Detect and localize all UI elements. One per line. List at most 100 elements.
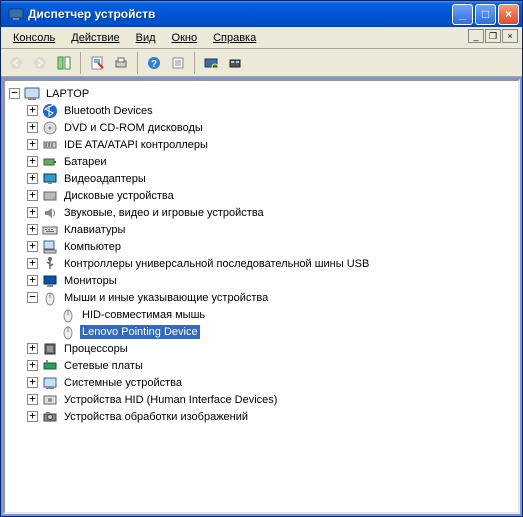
cpu-icon xyxy=(42,341,58,357)
show-hide-tree-button[interactable] xyxy=(53,52,75,74)
tree-category-label[interactable]: Контроллеры универсальной последовательн… xyxy=(62,257,371,271)
bluetooth-icon xyxy=(42,103,58,119)
tree-category-label[interactable]: Устройства HID (Human Interface Devices) xyxy=(62,393,279,407)
tree-category-label[interactable]: Дисковые устройства xyxy=(62,189,176,203)
tree-device-node[interactable]: Lenovo Pointing Device xyxy=(45,323,516,340)
keyboard-icon xyxy=(42,222,58,238)
tree-category-node[interactable]: + IDE ATA/ATAPI контроллеры xyxy=(27,136,516,153)
tree-category-label[interactable]: Батареи xyxy=(62,155,109,169)
tree-category-label[interactable]: Видеоадаптеры xyxy=(62,172,148,186)
toolbar-separator xyxy=(194,52,195,74)
tree-device-node[interactable]: HID-совместимая мышь xyxy=(45,306,516,323)
tree-category-node[interactable]: + Батареи xyxy=(27,153,516,170)
mdi-minimize-button[interactable]: _ xyxy=(468,29,484,43)
tree-category-label[interactable]: DVD и CD-ROM дисководы xyxy=(62,121,205,135)
expand-icon[interactable]: + xyxy=(27,139,38,150)
properties-button[interactable] xyxy=(86,52,108,74)
disk-icon xyxy=(42,188,58,204)
tree-category-node[interactable]: + Мониторы xyxy=(27,272,516,289)
tree-category-node[interactable]: + Bluetooth Devices xyxy=(27,102,516,119)
hid-icon xyxy=(42,392,58,408)
tree-category-label[interactable]: Клавиатуры xyxy=(62,223,127,237)
close-button[interactable]: × xyxy=(498,4,519,25)
mdi-client-area: − LAPTOP + Bluetooth Devices + DVD и CD-… xyxy=(1,77,522,516)
imaging-icon xyxy=(42,409,58,425)
device-tree-pane[interactable]: − LAPTOP + Bluetooth Devices + DVD и CD-… xyxy=(3,79,520,514)
monitor-icon xyxy=(42,273,58,289)
tree-category-node[interactable]: + Звуковые, видео и игровые устройства xyxy=(27,204,516,221)
tree-category-node[interactable]: + Системные устройства xyxy=(27,374,516,391)
tree-category-node[interactable]: + Контроллеры универсальной последовател… xyxy=(27,255,516,272)
menu-view[interactable]: Вид xyxy=(128,30,164,46)
expand-icon[interactable]: + xyxy=(27,394,38,405)
collapse-icon[interactable]: − xyxy=(9,88,20,99)
menu-console[interactable]: Консоль xyxy=(5,30,63,46)
display-icon xyxy=(42,171,58,187)
tree-category-node[interactable]: + Устройства обработки изображений xyxy=(27,408,516,425)
svg-text:?: ? xyxy=(151,59,157,70)
expand-icon[interactable]: + xyxy=(27,173,38,184)
minimize-button[interactable]: _ xyxy=(452,4,473,25)
tree-category-label[interactable]: Звуковые, видео и игровые устройства xyxy=(62,206,266,220)
expand-icon[interactable]: + xyxy=(27,224,38,235)
print-button[interactable] xyxy=(110,52,132,74)
expand-icon[interactable]: + xyxy=(27,207,38,218)
tree-category-label[interactable]: Мониторы xyxy=(62,274,119,288)
tree-category-label[interactable]: Сетевые платы xyxy=(62,359,145,373)
tree-category-node[interactable]: + Процессоры xyxy=(27,340,516,357)
menubar: Консоль Действие Вид Окно Справка _ ❐ × xyxy=(1,27,522,49)
titlebar[interactable]: Диспетчер устройств _ □ × xyxy=(1,1,522,27)
scan-hardware-button[interactable] xyxy=(200,52,222,74)
collapse-icon[interactable]: − xyxy=(27,292,38,303)
menu-window[interactable]: Окно xyxy=(164,30,206,46)
tree-category-label[interactable]: Мыши и иные указывающие устройства xyxy=(62,291,270,305)
mdi-close-button[interactable]: × xyxy=(502,29,518,43)
tree-category-label[interactable]: Системные устройства xyxy=(62,376,184,390)
network-icon xyxy=(42,358,58,374)
tree-device-label[interactable]: Lenovo Pointing Device xyxy=(80,325,200,339)
tree-category-node[interactable]: + Видеоадаптеры xyxy=(27,170,516,187)
mouse-icon xyxy=(60,324,76,340)
expand-icon[interactable]: + xyxy=(27,156,38,167)
uninstall-button[interactable] xyxy=(224,52,246,74)
expand-icon[interactable]: + xyxy=(27,411,38,422)
export-list-button[interactable] xyxy=(167,52,189,74)
expand-icon[interactable]: + xyxy=(27,241,38,252)
toolbar: ? xyxy=(1,49,522,77)
tree-device-label[interactable]: HID-совместимая мышь xyxy=(80,308,207,322)
sound-icon xyxy=(42,205,58,221)
tree-spacer xyxy=(45,326,56,337)
ide-icon xyxy=(42,137,58,153)
expand-icon[interactable]: + xyxy=(27,377,38,388)
tree-category-label[interactable]: IDE ATA/ATAPI контроллеры xyxy=(62,138,210,152)
tree-category-node[interactable]: + Устройства HID (Human Interface Device… xyxy=(27,391,516,408)
menu-help[interactable]: Справка xyxy=(205,30,264,46)
help-button[interactable]: ? xyxy=(143,52,165,74)
tree-category-node[interactable]: + Клавиатуры xyxy=(27,221,516,238)
expand-icon[interactable]: + xyxy=(27,258,38,269)
expand-icon[interactable]: + xyxy=(27,360,38,371)
tree-category-node[interactable]: + Дисковые устройства xyxy=(27,187,516,204)
tree-category-label[interactable]: Устройства обработки изображений xyxy=(62,410,250,424)
nav-forward-button xyxy=(29,52,51,74)
expand-icon[interactable]: + xyxy=(27,122,38,133)
tree-category-label[interactable]: Процессоры xyxy=(62,342,130,356)
tree-category-label[interactable]: Bluetooth Devices xyxy=(62,104,155,118)
system-icon xyxy=(42,375,58,391)
tree-category-label[interactable]: Компьютер xyxy=(62,240,123,254)
tree-root-node[interactable]: − LAPTOP xyxy=(9,85,516,102)
tree-root-label[interactable]: LAPTOP xyxy=(44,87,91,101)
tree-category-node[interactable]: + DVD и CD-ROM дисководы xyxy=(27,119,516,136)
expand-icon[interactable]: + xyxy=(27,275,38,286)
expand-icon[interactable]: + xyxy=(27,190,38,201)
tree-category-node[interactable]: + Сетевые платы xyxy=(27,357,516,374)
expand-icon[interactable]: + xyxy=(27,105,38,116)
window-title: Диспетчер устройств xyxy=(28,7,452,21)
maximize-button[interactable]: □ xyxy=(475,4,496,25)
mdi-restore-button[interactable]: ❐ xyxy=(485,29,501,43)
expand-icon[interactable]: + xyxy=(27,343,38,354)
tree-category-node[interactable]: − Мыши и иные указывающие устройства xyxy=(27,289,516,306)
menu-action[interactable]: Действие xyxy=(63,30,127,46)
app-icon xyxy=(8,6,24,22)
tree-category-node[interactable]: + Компьютер xyxy=(27,238,516,255)
